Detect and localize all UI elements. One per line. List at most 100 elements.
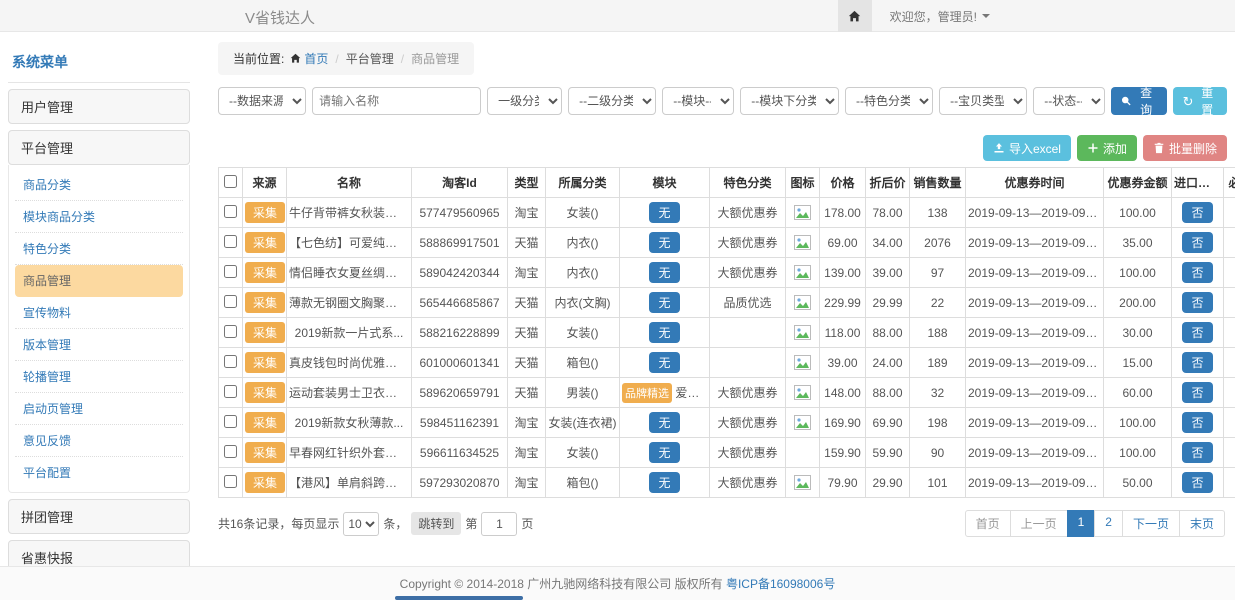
icon-cell [786,408,820,438]
page-button-下一页[interactable]: 下一页 [1122,510,1180,537]
type-cell: 天猫 [508,318,546,348]
taoke-id-cell: 601000601341 [412,348,508,378]
import-select-toggle[interactable]: 否 [1182,382,1212,403]
page-button-1[interactable]: 1 [1067,510,1096,537]
page-number-input[interactable] [481,512,517,536]
coupon-amount-cell: 100.00 [1104,198,1172,228]
name-input[interactable] [312,87,481,115]
per-page-select[interactable]: 10 [343,512,379,536]
table-row: 采集真皮钱包时尚优雅女士...601000601341天猫箱包()无39.002… [219,348,1235,378]
horizontal-scrollbar-thumb[interactable] [395,596,523,600]
source-badge: 采集 [245,382,285,403]
sidebar-item-宣传物料[interactable]: 宣传物料 [15,297,183,329]
sidebar-group-用户管理[interactable]: 用户管理 [8,89,190,124]
module-none-badge[interactable]: 无 [649,292,679,313]
table-row: 采集【港风】单肩斜跨链条...597293020870淘宝箱包()无大额优惠券7… [219,468,1235,498]
icp-link[interactable]: 粤ICP备16098006号 [726,575,835,592]
plus-icon [1087,142,1099,154]
name-cell: 早春网红针织外套女春... [287,438,412,468]
module-none-badge[interactable]: 无 [649,472,679,493]
import-select-toggle[interactable]: 否 [1182,352,1212,373]
row-checkbox[interactable] [224,385,237,398]
type-cell: 天猫 [508,288,546,318]
import-select-toggle[interactable]: 否 [1182,442,1212,463]
import-select-toggle[interactable]: 否 [1182,262,1212,283]
sidebar-item-特色分类[interactable]: 特色分类 [15,233,183,265]
add-button[interactable]: 添加 [1077,135,1137,161]
import-select-toggle[interactable]: 否 [1182,322,1212,343]
module-none-badge[interactable]: 无 [649,352,679,373]
import-excel-button[interactable]: 导入excel [983,135,1071,161]
column-header-销售数量: 销售数量 [910,168,966,198]
import-select-toggle[interactable]: 否 [1182,412,1212,433]
row-checkbox[interactable] [224,235,237,248]
import-select-toggle-cell: 否 [1172,288,1224,318]
module-none-badge[interactable]: 无 [649,232,679,253]
sidebar-group-平台管理[interactable]: 平台管理 [8,130,190,165]
source-cell: 采集 [243,468,287,498]
column-header-来源: 来源 [243,168,287,198]
import-select-toggle[interactable]: 否 [1182,472,1212,493]
data-source-select[interactable]: --数据来源-- [218,87,306,115]
price-cell: 118.00 [820,318,866,348]
jump-button[interactable]: 跳转到 [411,512,461,535]
import-select-toggle[interactable]: 否 [1182,292,1212,313]
row-checkbox[interactable] [224,445,237,458]
module-none-badge[interactable]: 无 [649,322,679,343]
select-all-checkbox[interactable] [224,175,237,188]
module-sub-category-select[interactable]: --模块下分类-- [740,87,839,115]
sidebar-item-轮播管理[interactable]: 轮播管理 [15,361,183,393]
feature-category-select[interactable]: --特色分类-- [845,87,933,115]
source-badge: 采集 [245,232,285,253]
user-menu[interactable]: 欢迎您，管理员! [890,8,990,25]
module-none-badge[interactable]: 无 [649,412,679,433]
row-select-cell [219,318,243,348]
item-type-select[interactable]: --宝贝类型-- [939,87,1027,115]
type-cell: 淘宝 [508,468,546,498]
name-cell: 2019新款女秋薄款... [287,408,412,438]
module-select[interactable]: --模块-- [662,87,734,115]
level1-category-select[interactable]: 一级分类 [487,87,562,115]
sidebar-item-启动页管理[interactable]: 启动页管理 [15,393,183,425]
query-button[interactable]: 查询 [1111,87,1166,115]
status-select[interactable]: --状态-- [1033,87,1105,115]
table-row: 采集牛仔背带裤女秋装减龄...577479560965淘宝女装()无大额优惠券1… [219,198,1235,228]
category-cell: 内衣() [546,258,620,288]
taoke-id-cell: 565446685867 [412,288,508,318]
breadcrumb-home-link[interactable]: 首页 [304,52,328,66]
import-select-toggle[interactable]: 否 [1182,202,1212,223]
table-row: 采集运动套装男士卫衣初秋...589620659791天猫男装()品牌精选 爱上… [219,378,1235,408]
import-select-toggle-cell: 否 [1172,348,1224,378]
name-cell: 【港风】单肩斜跨链条... [287,468,412,498]
sidebar-item-商品分类[interactable]: 商品分类 [15,169,183,201]
row-checkbox[interactable] [224,475,237,488]
reset-button[interactable]: ↻重置 [1173,87,1227,115]
sidebar-item-模块商品分类[interactable]: 模块商品分类 [15,201,183,233]
level2-category-select[interactable]: --二级分类-- [568,87,656,115]
coupon-time-cell: 2019-09-13—2019-09-15 [966,378,1104,408]
import-select-toggle[interactable]: 否 [1182,232,1212,253]
module-none-badge[interactable]: 无 [649,202,679,223]
sidebar-group-拼团管理[interactable]: 拼团管理 [8,499,190,534]
sidebar-item-意见反馈[interactable]: 意见反馈 [15,425,183,457]
page-button-末页[interactable]: 末页 [1179,510,1225,537]
sidebar-item-版本管理[interactable]: 版本管理 [15,329,183,361]
row-checkbox[interactable] [224,355,237,368]
feature-category-cell: 品质优选 [710,288,786,318]
row-checkbox[interactable] [224,415,237,428]
sales-count-cell: 101 [910,468,966,498]
sidebar-item-商品管理[interactable]: 商品管理 [15,265,183,297]
module-none-badge[interactable]: 无 [649,262,679,283]
sales-count-cell: 198 [910,408,966,438]
batch-delete-button[interactable]: 批量删除 [1143,135,1227,161]
page-button-2[interactable]: 2 [1094,510,1123,537]
module-none-badge[interactable]: 无 [649,442,679,463]
home-button[interactable] [838,0,872,32]
row-checkbox[interactable] [224,205,237,218]
sidebar-item-平台配置[interactable]: 平台配置 [15,457,183,488]
price-cell: 178.00 [820,198,866,228]
row-checkbox[interactable] [224,265,237,278]
type-cell: 天猫 [508,228,546,258]
row-checkbox[interactable] [224,295,237,308]
row-checkbox[interactable] [224,325,237,338]
